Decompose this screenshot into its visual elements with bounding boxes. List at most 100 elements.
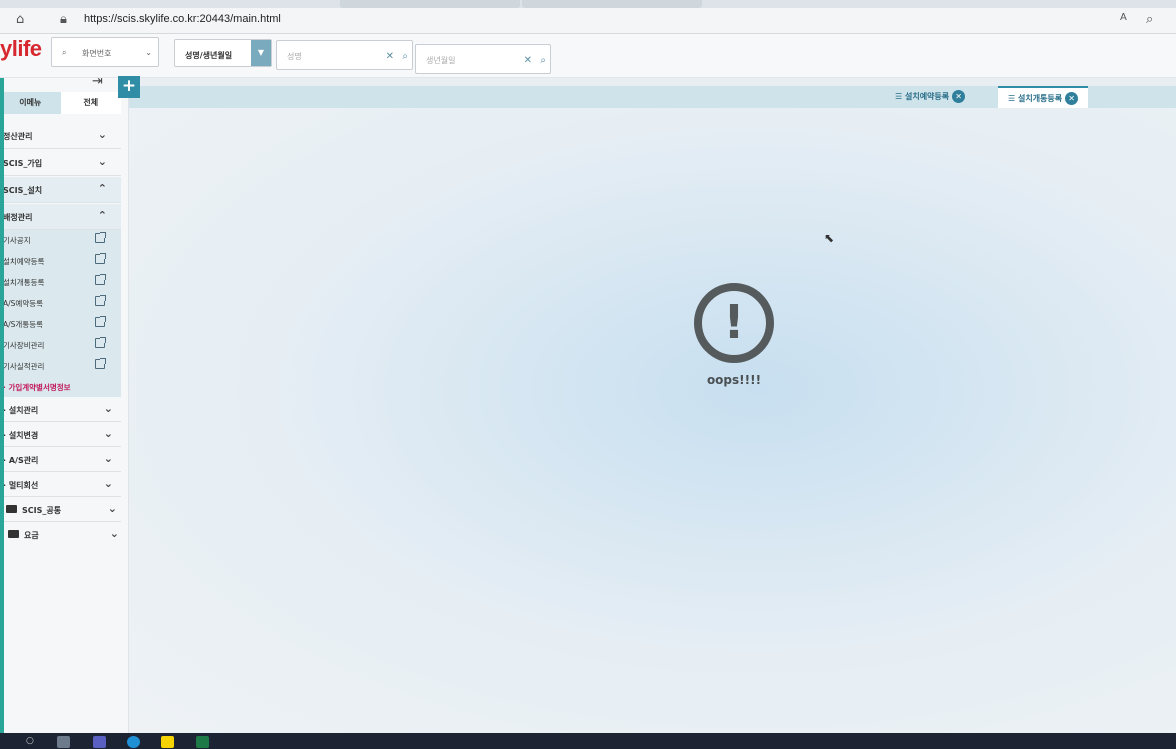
sidebar-subitem[interactable]: 설치개통등록 (0, 272, 121, 293)
name-input[interactable]: 성명 ✕ ⌕ (276, 40, 413, 70)
zoom-icon[interactable]: ⌕ (1146, 12, 1153, 27)
add-tab-button[interactable]: + (118, 76, 140, 98)
lock-icon: 🔒︎ (60, 12, 67, 27)
url-text[interactable]: https://scis.skylife.co.kr:20443/main.ht… (84, 13, 281, 25)
sidebar-item-join[interactable]: SCIS_가입 ⌄ (0, 150, 121, 176)
sidebar-subitem-label: A/S예약등록 (3, 299, 44, 308)
logo: ylife (0, 36, 42, 61)
select-value: 성명/생년월일 (185, 51, 233, 60)
sidebar-item-multiline[interactable]: · 멀티회선 ⌄ (0, 472, 121, 497)
chevron-down-icon: ⌄ (97, 128, 107, 141)
sidebar-item-common[interactable]: SCIS_공통 ⌄ (0, 497, 121, 522)
desktop-edge (0, 78, 4, 733)
sidebar-item-label: 배정관리 (3, 213, 33, 222)
browser-tab[interactable] (340, 0, 520, 8)
sidebar-subitem-label: A/S개통등록 (3, 320, 44, 329)
clear-icon[interactable]: ✕ (524, 55, 532, 66)
sidebar-subitem[interactable]: 기사장비관리 (0, 335, 121, 356)
close-icon[interactable]: ✕ (1065, 92, 1079, 105)
search-icon[interactable]: ○ (26, 736, 39, 748)
kakaotalk-icon[interactable] (161, 736, 174, 748)
error-message: oops!!!! (706, 373, 762, 387)
sidebar-subitem[interactable]: 기사실적관리 (0, 356, 121, 377)
sidebar-item-install-manage[interactable]: · 설치관리 ⌄ (0, 397, 121, 422)
edge-icon[interactable] (127, 736, 140, 748)
external-link-icon[interactable] (95, 337, 106, 348)
home-icon[interactable]: ⌂ (16, 12, 24, 27)
birth-input[interactable]: 생년월일 ✕ ⌕ (415, 44, 551, 74)
task-view-icon[interactable] (57, 736, 70, 748)
sidebar-subitem-highlight[interactable]: · 가입계약별서명정보 (0, 377, 121, 397)
tab-install-reservation[interactable]: ☰ 설치예약등록 ✕ (895, 86, 966, 108)
sidebar-item-install[interactable]: SCIS_설치 ⌃ (0, 177, 121, 203)
menu-icon: ☰ (895, 92, 905, 101)
exclamation-icon: ! (694, 283, 774, 363)
teams-icon[interactable] (93, 736, 106, 748)
clear-icon[interactable]: ✕ (386, 51, 394, 62)
chevron-down-icon: ⌄ (103, 427, 113, 440)
sidebar-subitem-label: 설치개통등록 (3, 278, 45, 287)
sidebar-item-label: SCIS_가입 (3, 159, 43, 168)
sidebar-item-fee[interactable]: 요금 ⌄ (0, 522, 121, 547)
name-birth-select[interactable]: 성명/생년월일 ▼ (174, 39, 272, 67)
chevron-up-icon: ⌃ (97, 182, 107, 195)
dropdown-arrow-icon[interactable]: ▼ (251, 40, 271, 66)
search-icon: ⌕ (62, 48, 67, 57)
sidebar-item-label: SCIS_공통 (22, 506, 62, 515)
browser-tab-strip (0, 0, 1176, 8)
tab-my-menu[interactable]: 이메뉴 (0, 92, 61, 114)
read-aloud-icon[interactable]: A (1120, 12, 1127, 23)
sidebar-item-install-change[interactable]: · 설치변경 ⌄ (0, 422, 121, 447)
browser-address-bar: ⌂ 🔒︎ https://scis.skylife.co.kr:20443/ma… (0, 8, 1176, 34)
sidebar-item-label: · 설치관리 (3, 406, 39, 415)
sidebar-item-label: 요금 (24, 531, 39, 540)
sidebar-subitem[interactable]: 설치예약등록 (0, 251, 121, 272)
chevron-down-icon: ⌄ (103, 477, 113, 490)
folder-icon (6, 505, 17, 513)
sidebar-item-label: 정산관리 (3, 132, 33, 141)
chevron-down-icon: ⌄ (145, 48, 152, 57)
chevron-down-icon: ⌄ (109, 527, 119, 540)
logout-icon[interactable]: ⇥ (92, 74, 103, 89)
sidebar-tabs: 이메뉴 전체 (0, 92, 121, 114)
sidebar-item-settlement[interactable]: 정산관리 ⌄ (0, 123, 121, 149)
sidebar-item-label: · A/S관리 (3, 456, 39, 465)
tab-install-activation[interactable]: ☰ 설치개통등록 ✕ (998, 86, 1089, 108)
sidebar-item-as-manage[interactable]: · A/S관리 ⌄ (0, 447, 121, 472)
folder-icon (8, 530, 19, 538)
sidebar-subitem-label: 기사장비관리 (3, 341, 45, 350)
browser-tab-active[interactable] (522, 0, 702, 8)
external-link-icon[interactable] (95, 295, 106, 306)
sidebar-subitem[interactable]: 기사공지 (0, 230, 121, 251)
external-link-icon[interactable] (95, 316, 106, 327)
menu-icon: ☰ (1008, 94, 1018, 103)
external-link-icon[interactable] (95, 358, 106, 369)
external-link-icon[interactable] (95, 232, 106, 243)
content-tab-bar: ☰ 설치예약등록 ✕ ☰ 설치개통등록 ✕ (129, 86, 1176, 108)
sidebar-subitem-label: · 가입계약별서명정보 (3, 383, 71, 392)
tab-all[interactable]: 전체 (60, 92, 121, 114)
sidebar-subitem[interactable]: A/S예약등록 (0, 293, 121, 314)
birth-placeholder: 생년월일 (426, 56, 456, 65)
chevron-down-icon: ⌄ (107, 502, 117, 515)
chevron-down-icon: ⌄ (103, 452, 113, 465)
sidebar-item-assignment[interactable]: 배정관리 ⌃ (0, 204, 121, 230)
sidebar-item-label: SCIS_설치 (3, 186, 43, 195)
screen-number-search[interactable]: ⌕ 화면번호 ⌄ (51, 37, 159, 67)
sidebar-item-label: · 설치변경 (3, 431, 39, 440)
external-link-icon[interactable] (95, 274, 106, 285)
excel-icon[interactable] (196, 736, 209, 748)
name-placeholder: 성명 (287, 52, 302, 61)
app-header: ylife ⌕ 화면번호 ⌄ 성명/생년월일 ▼ 성명 ✕ ⌕ 생년월일 ✕ ⌕ (0, 34, 1176, 78)
chevron-down-icon: ⌄ (97, 155, 107, 168)
close-icon[interactable]: ✕ (952, 90, 966, 103)
search-icon[interactable]: ⌕ (540, 55, 546, 66)
taskbar: ○ (0, 733, 1176, 749)
sidebar-subitem[interactable]: A/S개통등록 (0, 314, 121, 335)
mouse-cursor-icon: ⬉ (824, 231, 835, 245)
sidebar-subitem-label: 기사공지 (3, 236, 31, 245)
screen-search-placeholder: 화면번호 (82, 49, 112, 58)
external-link-icon[interactable] (95, 253, 106, 264)
search-icon[interactable]: ⌕ (402, 51, 408, 62)
chevron-down-icon: ⌄ (103, 402, 113, 415)
